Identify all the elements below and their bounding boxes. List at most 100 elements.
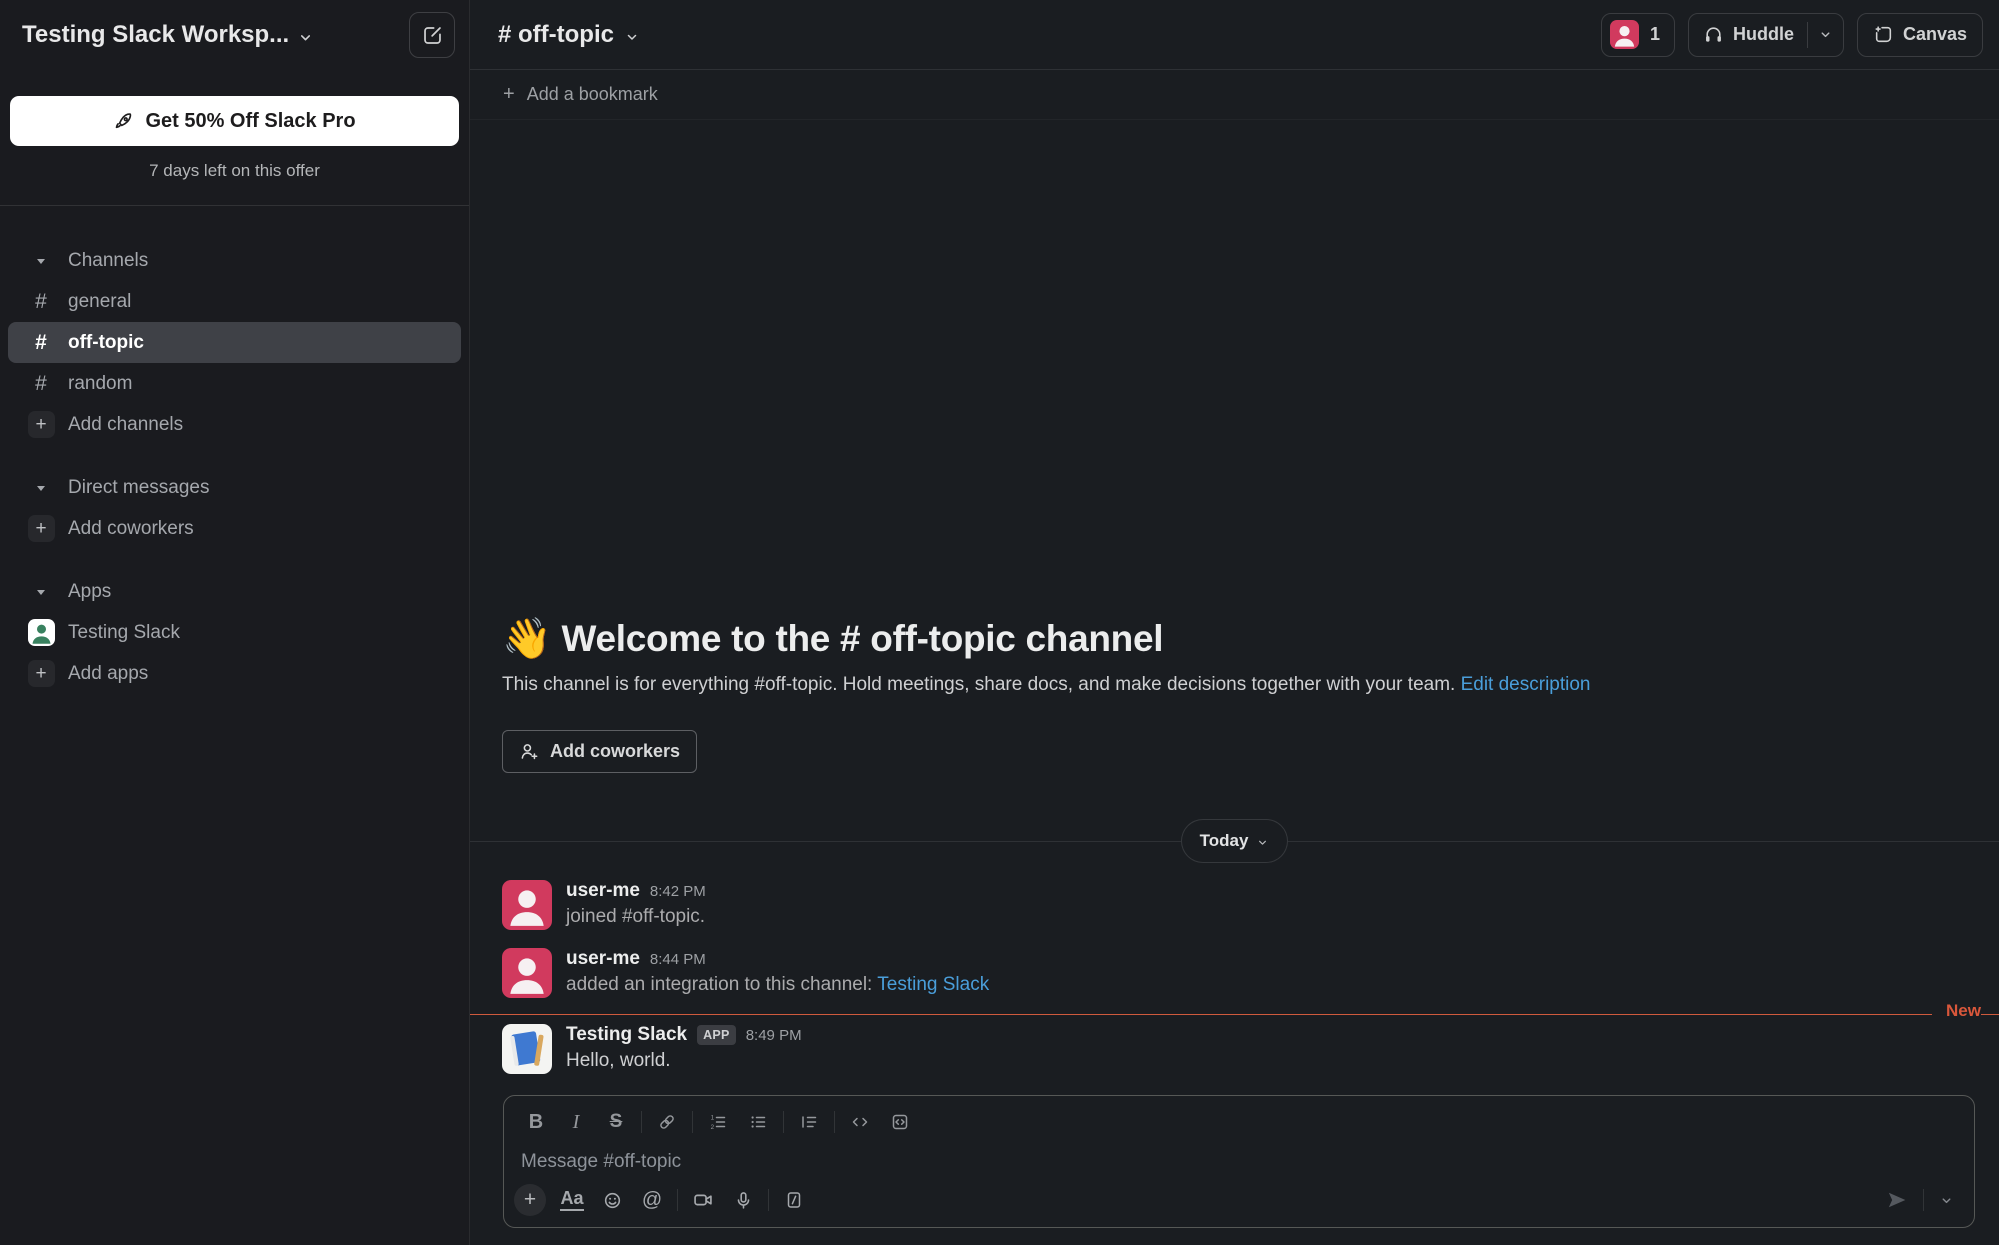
chevron-down-icon: [297, 29, 314, 46]
video-icon[interactable]: [683, 1183, 723, 1217]
waving-hand-emoji: 👋: [502, 615, 552, 662]
apps-section-label: Apps: [68, 581, 111, 603]
sidebar-item-general[interactable]: # general: [8, 281, 461, 322]
add-bookmark-button[interactable]: + Add a bookmark: [470, 70, 1999, 120]
channel-title: # off-topic: [498, 21, 614, 49]
sidebar-item-off-topic[interactable]: # off-topic: [8, 322, 461, 363]
huddle-button-group: Huddle: [1688, 13, 1844, 57]
add-coworkers-button-label: Add coworkers: [550, 741, 680, 762]
message-author[interactable]: Testing Slack: [566, 1024, 687, 1046]
app-label: Testing Slack: [68, 622, 180, 644]
channel-view: # off-topic 1: [470, 0, 1999, 1245]
headphones-icon: [1703, 24, 1724, 45]
message-composer: B I S 12: [503, 1095, 1975, 1228]
sidebar: Testing Slack Worksp...: [0, 0, 470, 1245]
channels-section-label: Channels: [68, 250, 148, 272]
message-text: added an integration to this channel: Te…: [566, 974, 989, 996]
send-options-icon[interactable]: [1930, 1184, 1962, 1216]
slack-window: Testing Slack Worksp...: [0, 0, 1999, 1245]
sidebar-item-add-apps[interactable]: + Add apps: [8, 653, 461, 694]
member-count-button[interactable]: 1: [1601, 13, 1675, 57]
sidebar-item-testing-slack-app[interactable]: Testing Slack: [8, 612, 461, 653]
emoji-icon[interactable]: [592, 1183, 632, 1217]
chevron-down-icon: [1256, 836, 1269, 849]
user-avatar[interactable]: [502, 948, 552, 998]
message-author[interactable]: user-me: [566, 948, 640, 970]
direct-messages-section-header[interactable]: Direct messages: [8, 467, 461, 508]
sidebar-item-add-channels[interactable]: + Add channels: [8, 404, 461, 445]
message-text: joined #off-topic.: [566, 906, 706, 928]
bold-icon[interactable]: B: [516, 1105, 556, 1139]
mic-icon[interactable]: [723, 1183, 763, 1217]
message-author[interactable]: user-me: [566, 880, 640, 902]
huddle-button[interactable]: Huddle: [1703, 24, 1807, 45]
plus-icon: +: [28, 411, 55, 438]
pro-upsell-block: Get 50% Off Slack Pro 7 days left on thi…: [0, 70, 469, 206]
code-block-icon[interactable]: [880, 1105, 920, 1139]
app-avatar[interactable]: [502, 1024, 552, 1074]
formatting-toolbar: B I S 12: [504, 1096, 1974, 1141]
attach-plus-icon[interactable]: +: [514, 1184, 546, 1216]
apps-section-header[interactable]: Apps: [8, 571, 461, 612]
plus-icon: +: [28, 515, 55, 542]
workspace-name: Testing Slack Worksp...: [22, 21, 289, 49]
workspace-switcher[interactable]: Testing Slack Worksp...: [22, 21, 314, 49]
message-input[interactable]: Message #off-topic: [504, 1141, 1974, 1179]
header-actions: 1 Huddle: [1601, 13, 1983, 57]
sidebar-item-random[interactable]: # random: [8, 363, 461, 404]
new-messages-divider: New: [470, 1014, 1999, 1015]
hash-icon: #: [26, 291, 56, 312]
user-avatar[interactable]: [502, 880, 552, 930]
blockquote-icon[interactable]: [789, 1105, 829, 1139]
hash-icon: #: [26, 373, 56, 394]
message-timestamp[interactable]: 8:44 PM: [650, 951, 706, 968]
compose-icon: [421, 24, 444, 47]
message-row: Testing Slack APP 8:49 PM Hello, world.: [470, 1015, 1999, 1083]
message-text: Hello, world.: [566, 1050, 802, 1072]
get-slack-pro-button[interactable]: Get 50% Off Slack Pro: [10, 96, 459, 146]
svg-text:1: 1: [711, 1115, 715, 1122]
new-message-button[interactable]: [409, 12, 455, 58]
link-icon[interactable]: [647, 1105, 687, 1139]
composer-action-bar: + Aa @: [504, 1179, 1974, 1227]
ordered-list-icon[interactable]: 12: [698, 1105, 738, 1139]
message-timestamp[interactable]: 8:42 PM: [650, 883, 706, 900]
add-bookmark-label: Add a bookmark: [527, 84, 658, 105]
member-count: 1: [1650, 24, 1660, 45]
caret-down-icon: [26, 585, 56, 599]
edit-description-link[interactable]: Edit description: [1461, 674, 1591, 695]
add-coworkers-label: Add coworkers: [68, 518, 194, 540]
add-coworkers-button[interactable]: Add coworkers: [502, 730, 697, 773]
get-slack-pro-label: Get 50% Off Slack Pro: [145, 110, 355, 133]
date-divider-button[interactable]: Today: [1181, 819, 1289, 863]
direct-messages-section-label: Direct messages: [68, 477, 210, 499]
huddle-options-button[interactable]: [1808, 27, 1843, 42]
date-divider-label: Today: [1200, 831, 1249, 851]
channel-header: # off-topic 1: [470, 0, 1999, 70]
channels-section-header[interactable]: Channels: [8, 240, 461, 281]
chevron-down-icon: [1818, 27, 1833, 42]
canvas-button[interactable]: Canvas: [1857, 13, 1983, 57]
app-avatar-icon: [28, 619, 55, 646]
channel-welcome: 👋 Welcome to the # off-topic channel Thi…: [470, 615, 1999, 773]
text-format-icon[interactable]: Aa: [552, 1183, 592, 1217]
channel-label: off-topic: [68, 332, 144, 354]
sidebar-item-add-coworkers[interactable]: + Add coworkers: [8, 508, 461, 549]
channels-section: Channels # general # off-topic # random …: [0, 240, 469, 445]
message-timestamp[interactable]: 8:49 PM: [746, 1027, 802, 1044]
slash-commands-icon[interactable]: [774, 1183, 814, 1217]
italic-icon[interactable]: I: [556, 1105, 596, 1139]
caret-down-icon: [26, 254, 56, 268]
plus-icon: +: [28, 660, 55, 687]
send-icon[interactable]: [1877, 1184, 1917, 1216]
plus-icon: +: [503, 83, 515, 106]
strikethrough-icon[interactable]: S: [596, 1105, 636, 1139]
channel-title-button[interactable]: # off-topic: [498, 21, 640, 49]
integration-link[interactable]: Testing Slack: [877, 974, 989, 995]
svg-text:2: 2: [711, 1124, 715, 1131]
mention-icon[interactable]: @: [632, 1183, 672, 1217]
bulleted-list-icon[interactable]: [738, 1105, 778, 1139]
canvas-label: Canvas: [1903, 24, 1967, 45]
apps-section: Apps Testing Slack: [0, 571, 469, 694]
code-icon[interactable]: [840, 1105, 880, 1139]
